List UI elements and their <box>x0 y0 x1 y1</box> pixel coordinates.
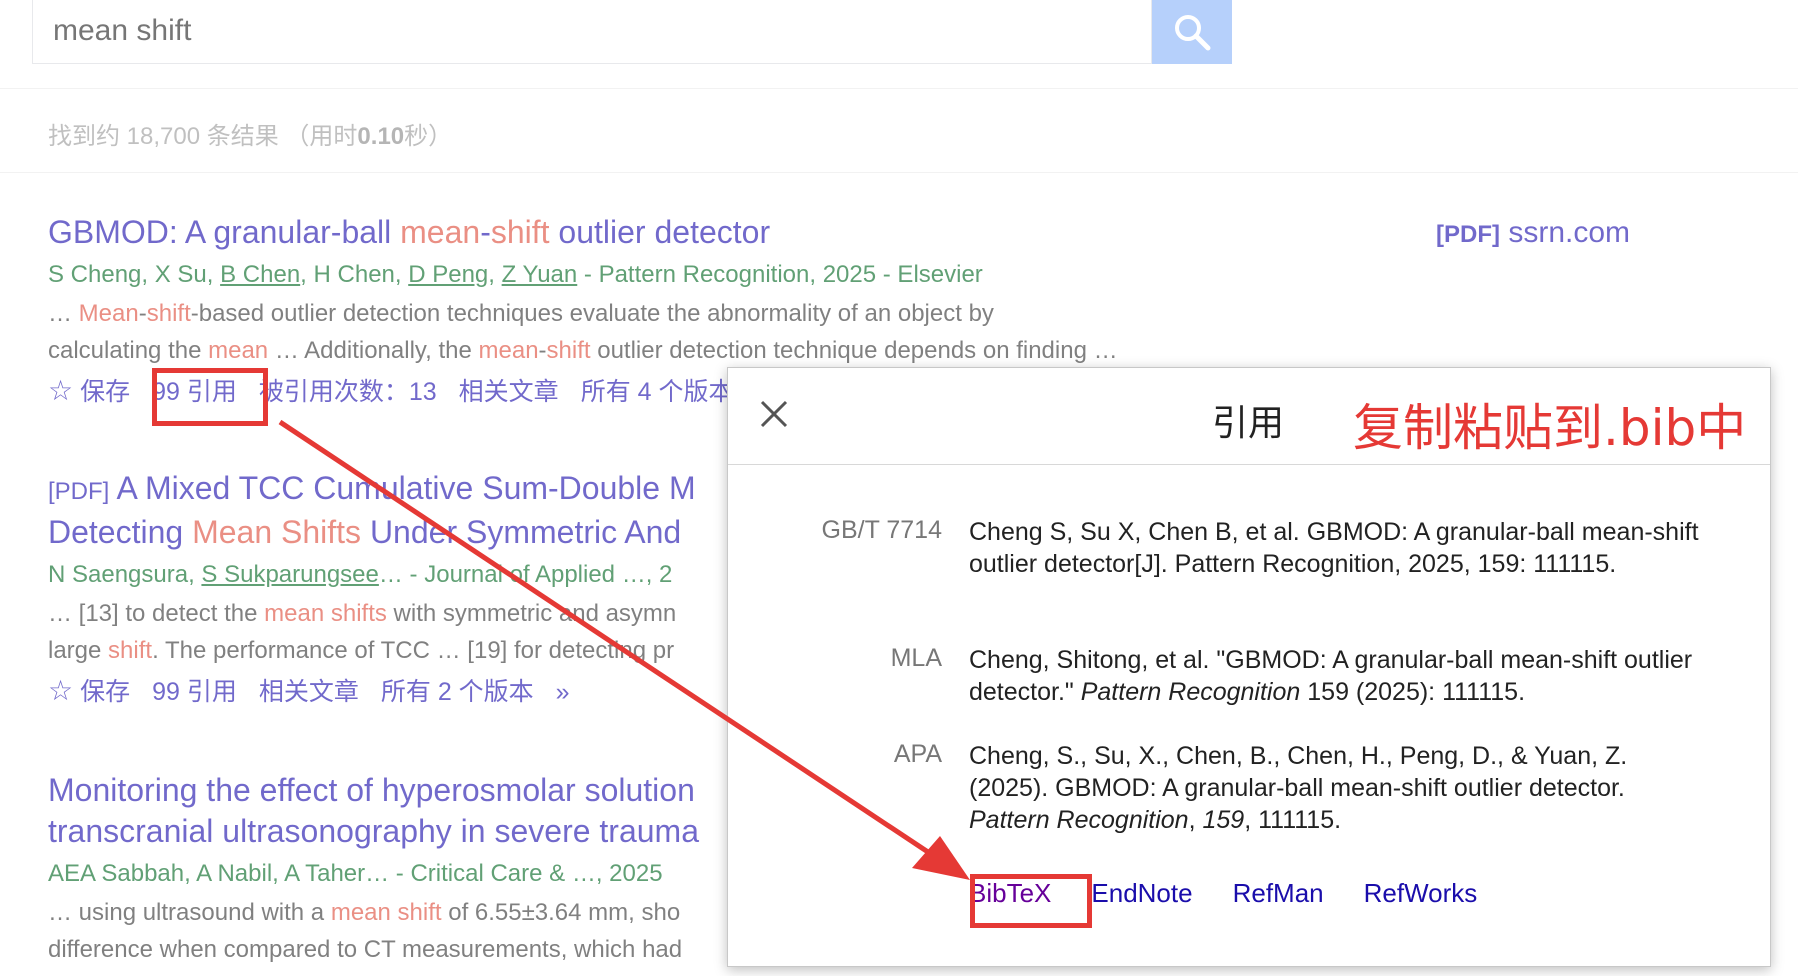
snippet-text: of 6.55±3.64 mm, sho <box>441 899 681 926</box>
annotation-text: 复制粘贴到.bib中 <box>1353 399 1747 457</box>
pdf-tag: [PDF] <box>48 478 110 505</box>
snippet-highlight: mean <box>208 337 269 364</box>
citation-label: APA <box>893 740 942 768</box>
snippet-highlight: mean shifts <box>264 600 387 627</box>
citation-text[interactable]: Cheng, S., Su, X., Chen, B., Chen, H., P… <box>969 740 1709 836</box>
snippet-highlight: shift <box>146 300 191 327</box>
citation-text-part: , <box>1188 806 1203 834</box>
search-input[interactable] <box>51 8 1135 54</box>
citation-text[interactable]: Cheng S, Su X, Chen B, et al. GBMOD: A g… <box>969 516 1709 580</box>
snippet-text: calculating the <box>48 337 209 364</box>
cite-button[interactable]: 99 引用 <box>152 670 237 714</box>
author-text: N Saengsura, <box>48 561 202 588</box>
export-links: BibTeX EndNote RefMan RefWorks <box>969 878 1477 909</box>
save-label: 保存 <box>80 378 131 406</box>
author-link[interactable]: D Peng <box>408 261 488 288</box>
results-time: 0.10 <box>357 123 405 150</box>
dialog-header: 引用 复制粘贴到.bib中 <box>728 368 1770 465</box>
citation-journal: Pattern Recognition <box>969 806 1189 834</box>
bibtex-link[interactable]: BibTeX <box>969 878 1051 909</box>
title-text: GBMOD: A granular-ball <box>48 214 401 250</box>
citation-text-part: Cheng, S., Su, X., Chen, B., Chen, H., P… <box>969 742 1628 802</box>
snippet-text: … Additionally, the <box>268 337 479 364</box>
snippet-highlight: Mean <box>78 300 139 327</box>
search-icon <box>1175 15 1211 51</box>
citation-text[interactable]: Cheng, Shitong, et al. "GBMOD: A granula… <box>969 644 1709 708</box>
snippet-text: … <box>48 300 79 327</box>
versions-link[interactable]: 所有 4 个版本 <box>581 370 734 414</box>
save-button[interactable]: ☆ 保存 <box>48 369 130 414</box>
endnote-link[interactable]: EndNote <box>1091 878 1192 909</box>
title-text: outlier detector <box>549 214 771 250</box>
versions-link[interactable]: 所有 2 个版本 <box>381 670 534 714</box>
refworks-link[interactable]: RefWorks <box>1364 878 1478 909</box>
pdf-tag: [PDF] <box>1436 221 1500 248</box>
refman-link[interactable]: RefMan <box>1233 878 1324 909</box>
author-text: , <box>488 261 502 288</box>
results-count: 找到约 18,700 条结果 （用时0.10秒） <box>48 116 452 151</box>
snippet-text: - <box>538 337 547 364</box>
snippet-text: -based outlier detection techniques eval… <box>190 300 994 327</box>
snippet-highlight: mean <box>478 337 539 364</box>
title-text: Detecting <box>48 514 193 550</box>
quote-icon: 99 <box>152 677 180 706</box>
cite-label: 引用 <box>186 677 237 706</box>
publication-info: - Pattern Recognition, 2025 - Elsevier <box>577 261 983 288</box>
publication-info: … - Journal of Applied …, 2 <box>378 561 673 588</box>
snippet-highlight: shift <box>108 637 153 664</box>
author-text: S Cheng, X Su, <box>48 261 221 288</box>
count-divider <box>0 172 1798 173</box>
cite-button[interactable]: 99 引用 <box>152 370 237 414</box>
snippet-text: large <box>48 637 109 664</box>
save-button[interactable]: ☆ 保存 <box>48 669 130 714</box>
citation-label: GB/T 7714 <box>821 516 942 544</box>
citation-journal: Pattern Recognition <box>1080 678 1301 706</box>
title-text: - <box>480 214 491 250</box>
star-icon: ☆ <box>48 375 74 406</box>
cite-dialog: 引用 复制粘贴到.bib中 GB/T 7714 Cheng S, Su X, C… <box>727 367 1771 967</box>
cite-label: 引用 <box>186 377 237 406</box>
author-link[interactable]: S Sukparungsee <box>201 561 378 588</box>
result-snippet: … Mean-shift-based outlier detection tec… <box>48 295 1228 369</box>
author-link[interactable]: Z Yuan <box>502 261 578 288</box>
search-button[interactable] <box>1152 0 1232 64</box>
snippet-text: . The performance of TCC … [19] for dete… <box>152 637 675 664</box>
header-divider <box>0 88 1798 89</box>
author-text: , H Chen, <box>300 261 409 288</box>
title-text: A Mixed TCC Cumulative Sum-Double M <box>116 470 696 506</box>
snippet-text: with symmetric and asymn <box>386 600 677 627</box>
dialog-title: 引用 <box>1212 402 1285 443</box>
star-icon: ☆ <box>48 675 74 706</box>
result-title[interactable]: GBMOD: A granular-ball mean-shift outlie… <box>48 212 1228 253</box>
more-options-icon[interactable]: » <box>556 670 570 714</box>
quote-icon: 99 <box>152 377 180 406</box>
save-label: 保存 <box>80 678 131 706</box>
snippet-highlight: mean shift <box>330 899 442 926</box>
related-articles-link[interactable]: 相关文章 <box>259 670 359 714</box>
related-articles-link[interactable]: 相关文章 <box>459 370 559 414</box>
pdf-link[interactable]: [PDF] ssrn.com <box>1436 216 1630 250</box>
result-authors: S Cheng, X Su, B Chen, H Chen, D Peng, Z… <box>48 255 1228 295</box>
close-icon[interactable] <box>756 396 792 432</box>
snippet-highlight: shift <box>546 337 591 364</box>
search-box <box>32 0 1152 64</box>
citation-label: MLA <box>890 644 942 672</box>
pdf-domain: ssrn.com <box>1508 216 1631 249</box>
snippet-text: outlier detection technique depends on f… <box>590 337 1118 364</box>
citation-volume: 159 <box>1202 806 1245 834</box>
author-link[interactable]: B Chen <box>220 261 300 288</box>
title-text: Under Symmetric And <box>361 514 682 550</box>
snippet-text: … [13] to detect the <box>48 600 265 627</box>
citation-text-part: 159 (2025): 111115. <box>1300 678 1526 706</box>
title-highlight: shift <box>490 214 550 250</box>
results-count-prefix: 找到约 18,700 条结果 （用时 <box>48 123 358 150</box>
title-highlight: mean <box>400 214 481 250</box>
title-highlight: Mean Shifts <box>192 514 362 550</box>
results-count-suffix: 秒） <box>404 123 453 150</box>
snippet-text: … using ultrasound with a <box>48 899 331 926</box>
citation-text-part: , 111115. <box>1244 806 1342 834</box>
cited-by-link[interactable]: 被引用次数：13 <box>259 370 437 414</box>
snippet-text: - <box>138 300 147 327</box>
